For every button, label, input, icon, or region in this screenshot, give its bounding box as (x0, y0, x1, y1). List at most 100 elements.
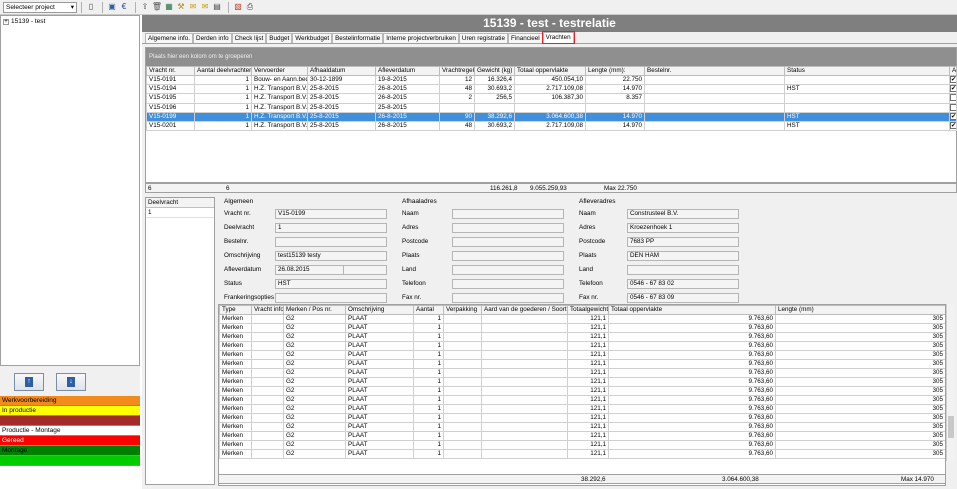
aflever-fax-field[interactable]: 0546 - 67 83 09 (627, 293, 739, 303)
excel-icon[interactable]: ▦ (164, 2, 174, 12)
afhaal-land-field[interactable] (452, 265, 564, 275)
table-row[interactable]: V15-0196 1 H.Z. Transport B.V. 25-8-2015 25-… (146, 102, 957, 113)
aflever-naam-field[interactable]: Construsteel B.V. (627, 209, 739, 219)
tab-budget[interactable]: Budget (266, 33, 293, 43)
column-header[interactable]: Vracht nr. (146, 66, 195, 76)
new-doc-icon[interactable]: ▯ (86, 2, 96, 12)
email-icon[interactable]: ✉ (200, 2, 210, 12)
move-down-button[interactable]: ↓ (56, 373, 86, 391)
column-header[interactable]: Aard van de goederen / Soort (481, 305, 568, 315)
table-row[interactable]: Merken G2 PLAAT 1 121,1 9.763,60 305 (219, 431, 945, 441)
column-header[interactable]: Aantal (413, 305, 444, 315)
tab-interne-projectverbruiken[interactable]: Interne projectverbruiken (383, 33, 459, 43)
column-header[interactable]: Lengte (mm): (585, 66, 645, 76)
afhaal-postcode-field[interactable] (452, 237, 564, 247)
column-header[interactable]: Status (784, 66, 950, 76)
column-header[interactable]: Lengte (mm) (775, 305, 945, 315)
table-row[interactable]: Merken G2 PLAAT 1 121,1 9.763,60 305 (219, 395, 945, 405)
aflever-postcode-field[interactable]: 7683 PP (627, 237, 739, 247)
algemeen-frankering-field[interactable] (275, 293, 387, 303)
table-row[interactable]: V15-0199 1 H.Z. Transport B.V. 25-8-2015 26-… (146, 111, 957, 122)
export-icon[interactable]: ⇪ (140, 2, 150, 12)
tab-financieel[interactable]: Financieel (507, 33, 543, 43)
column-header[interactable]: Totaal oppervlakte (514, 66, 586, 76)
column-header[interactable]: Totaal oppervlakte (608, 305, 776, 315)
column-header[interactable]: Vrachtregels (439, 66, 475, 76)
act-checkbox[interactable]: ✔ (950, 76, 956, 83)
table-row[interactable]: V15-0195 1 H.Z. Transport B.V. 25-8-2015 26-… (146, 93, 957, 104)
act-checkbox[interactable] (950, 94, 956, 102)
afhaal-telefoon-field[interactable] (452, 279, 564, 289)
column-header[interactable]: Act (949, 66, 957, 76)
table-row[interactable]: V15-0201 1 H.Z. Transport B.V. 25-8-2015 26-… (146, 120, 957, 132)
act-checkbox[interactable]: ✔ (950, 122, 956, 129)
tree-item-project[interactable]: + 15139 - test (1, 16, 139, 27)
aflever-plaats-field[interactable]: DEN HAM (627, 251, 739, 261)
afhaal-naam-field[interactable] (452, 209, 564, 219)
expand-icon[interactable]: + (3, 18, 9, 25)
euro-icon[interactable]: € (119, 2, 129, 12)
column-header[interactable]: Type (219, 305, 252, 315)
tab-derden-info[interactable]: Derden info (193, 33, 232, 43)
column-header[interactable]: Vracht info (251, 305, 284, 315)
column-header[interactable]: Aantal deelvrachten (194, 66, 252, 76)
column-header[interactable]: Omschrijving (345, 305, 414, 315)
table-row[interactable]: Merken G2 PLAAT 1 121,1 9.763,60 305 (219, 422, 945, 432)
table-row[interactable]: Merken G2 PLAAT 1 121,1 9.763,60 305 (219, 332, 945, 342)
aflever-land-field[interactable] (627, 265, 739, 275)
table-row[interactable]: Merken G2 PLAAT 1 121,1 9.763,60 305 (219, 449, 945, 459)
mail-icon[interactable]: ✉ (188, 2, 198, 12)
table-row[interactable]: Merken G2 PLAAT 1 121,1 9.763,60 305 (219, 341, 945, 351)
detail-scrollbar[interactable] (946, 304, 955, 461)
afhaal-adres-field[interactable] (452, 223, 564, 233)
column-header[interactable]: Merken / Pos nr. (283, 305, 346, 315)
table-row[interactable]: V15-0194 1 H.Z. Transport B.V. 25-8-2015 26-… (146, 84, 957, 95)
algemeen-deelvracht-field[interactable]: 1 (275, 223, 387, 233)
act-checkbox[interactable]: ✔ (950, 113, 956, 120)
column-header[interactable]: Afleverdatum (375, 66, 440, 76)
aflever-telefoon-field[interactable]: 0546 - 67 83 02 (627, 279, 739, 289)
table-row[interactable]: Merken G2 PLAAT 1 121,1 9.763,60 305 (219, 323, 945, 333)
act-checkbox[interactable] (950, 104, 956, 111)
column-header[interactable]: Bestelnr. (644, 66, 785, 76)
algemeen-vracht-nr-field[interactable]: V15-0199 (275, 209, 387, 219)
algemeen-status-field[interactable]: HST (275, 279, 387, 289)
afhaal-plaats-field[interactable] (452, 251, 564, 261)
print-icon[interactable]: ⎙ (245, 2, 255, 12)
column-header[interactable]: Vervoerder (251, 66, 308, 76)
algemeen-omschrijving-field[interactable]: test15139 testy (275, 251, 387, 261)
table-row[interactable]: Merken G2 PLAAT 1 121,1 9.763,60 305 (219, 377, 945, 387)
algemeen-bestelnr-field[interactable] (275, 237, 387, 247)
move-up-button[interactable]: ↑ (14, 373, 44, 391)
project-select[interactable]: Selecteer project ▾ (3, 1, 77, 13)
table-row[interactable]: Merken G2 PLAAT 1 121,1 9.763,60 305 (219, 359, 945, 369)
table-icon[interactable]: ▤ (212, 2, 222, 12)
tab-algemene-info[interactable]: Algemene info. (145, 33, 194, 43)
tab-uren-registratie[interactable]: Uren registratie (458, 33, 508, 43)
table-row[interactable]: Merken G2 PLAAT 1 121,1 9.763,60 305 (219, 440, 945, 450)
table-row[interactable]: Merken G2 PLAAT 1 121,1 9.763,60 305 (219, 386, 945, 396)
tab-werkbudget[interactable]: Werkbudget (292, 33, 333, 43)
table-row[interactable]: Merken G2 PLAAT 1 121,1 9.763,60 305 (219, 368, 945, 378)
tab-vrachten[interactable]: Vrachten (541, 31, 575, 44)
column-header[interactable]: Totaalgewicht (567, 305, 609, 315)
table-row[interactable]: Merken G2 PLAAT 1 121,1 9.763,60 305 (219, 314, 945, 324)
tab-bestelinformatie[interactable]: Bestelinformatie (332, 33, 384, 43)
column-header[interactable]: Verpakking (443, 305, 482, 315)
table-row[interactable]: Merken G2 PLAAT 1 121,1 9.763,60 305 (219, 350, 945, 360)
column-header[interactable]: Gewicht (kg) (474, 66, 515, 76)
act-checkbox[interactable]: ✔ (950, 85, 956, 93)
afleverdatum-extra-field[interactable] (343, 265, 387, 275)
table-row[interactable]: Merken G2 PLAAT 1 121,1 9.763,60 305 (219, 404, 945, 414)
pdf-icon[interactable]: ▧ (233, 2, 243, 12)
aflever-adres-field[interactable]: Kroezenhoek 1 (627, 223, 739, 233)
tab-check-lijst[interactable]: Check lijst (231, 33, 267, 43)
table-row[interactable]: V15-0191 1 Bouw- en Aann.bedr. 30-12-1899 19… (146, 74, 957, 86)
save-icon[interactable]: ▣ (107, 2, 117, 12)
table-row[interactable]: Merken G2 PLAAT 1 121,1 9.763,60 305 (219, 413, 945, 423)
deelvracht-row[interactable]: 1 (146, 208, 214, 218)
column-header[interactable]: Afhaaldatum (307, 66, 376, 76)
tools-icon[interactable]: ⚒ (176, 2, 186, 12)
trash-icon[interactable]: 🗑 (152, 2, 162, 12)
afhaal-fax-field[interactable] (452, 293, 564, 303)
